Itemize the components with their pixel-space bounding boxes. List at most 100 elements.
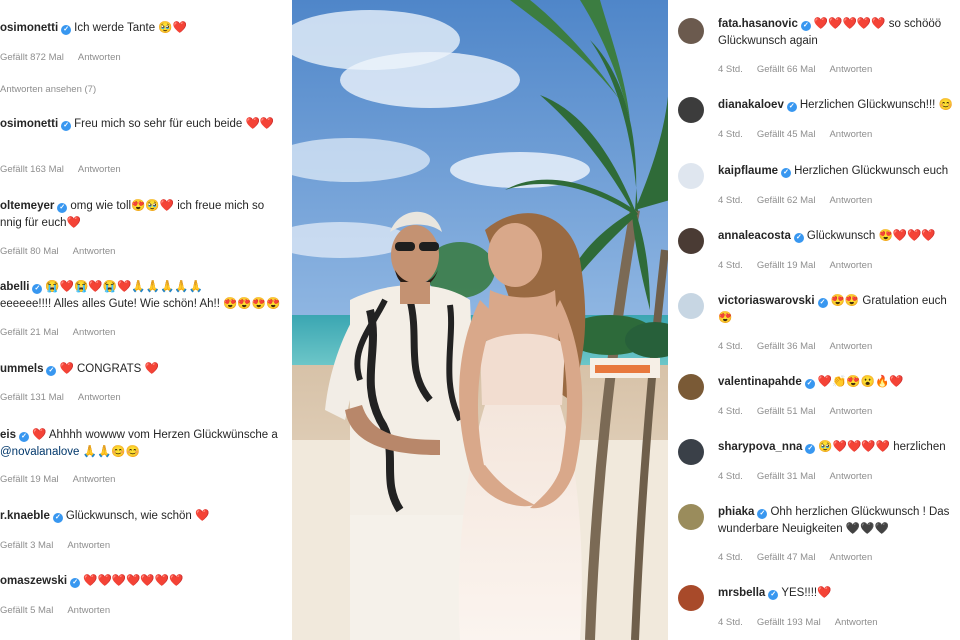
verified-badge-icon: ✓ xyxy=(61,25,72,35)
comment-username[interactable]: valentinapahde xyxy=(718,376,802,388)
likes-count[interactable]: Gefällt 80 Mal xyxy=(0,246,59,257)
comment-username[interactable]: fata.hasanovic xyxy=(718,18,798,30)
reply-button[interactable]: Antworten xyxy=(67,605,110,616)
comment-meta: 4 Std. Gefällt 62 Mal Antworten xyxy=(718,195,886,206)
view-replies-button[interactable]: Antworten ansehen (7) xyxy=(0,84,96,95)
comment-text-line2: wunderbare Neuigkeiten 🖤🖤🖤 xyxy=(718,523,889,535)
comment-username[interactable]: oltemeyer xyxy=(0,200,54,212)
reply-button[interactable]: Antworten xyxy=(78,164,121,175)
comment-item: osimonetti ✓ Ich werde Tante 🥹❤️ xyxy=(0,20,290,37)
likes-count[interactable]: Gefällt 3 Mal xyxy=(0,540,53,551)
comment-emoji: ❤️❤️ xyxy=(245,118,275,130)
comment-username[interactable]: dianakaloev xyxy=(718,99,784,111)
comment-username[interactable]: phiaka xyxy=(718,506,754,518)
avatar[interactable] xyxy=(678,18,704,44)
comment-text: Herzlichen Glückwunsch!!! 😊 xyxy=(799,99,953,111)
comment-username[interactable]: omaszewski xyxy=(0,575,67,587)
comment-item: r.knaeble ✓ Glückwunsch, wie schön ❤️ xyxy=(0,508,290,525)
comment-text: herzlichen xyxy=(893,441,946,453)
verified-badge-icon: ✓ xyxy=(61,121,72,131)
reply-button[interactable]: Antworten xyxy=(67,540,110,551)
comment-time: 4 Std. xyxy=(718,617,743,628)
comment-time: 4 Std. xyxy=(718,552,743,563)
avatar[interactable] xyxy=(678,163,704,189)
comment-emoji: 🥹❤️❤️❤️❤️ xyxy=(818,441,890,453)
comment-username[interactable]: kaipflaume xyxy=(718,165,778,177)
avatar[interactable] xyxy=(678,374,704,400)
comment-emoji: ❤️ xyxy=(144,363,159,375)
reply-button[interactable]: Antworten xyxy=(829,406,872,417)
comment-username[interactable]: mrsbella xyxy=(718,587,765,599)
likes-count[interactable]: Gefällt 5 Mal xyxy=(0,605,53,616)
likes-count[interactable]: Gefällt 131 Mal xyxy=(0,392,64,403)
comment-meta: Gefällt 163 Mal Antworten xyxy=(0,164,135,175)
verified-badge-icon: ✓ xyxy=(57,203,68,213)
right-comments-panel: fata.hasanovic ✓ ❤️❤️❤️❤️❤️ so schööö Glüc… xyxy=(670,0,960,640)
comment-item: mrsbella ✓ YES!!!!❤️ xyxy=(718,585,831,602)
comment-text: Glückwunsch 😍❤️❤️❤️ xyxy=(806,230,936,242)
reply-button[interactable]: Antworten xyxy=(829,552,872,563)
comment-time: 4 Std. xyxy=(718,341,743,352)
comment-text: Herzlichen Glückwunsch euch xyxy=(794,165,949,177)
reply-button[interactable]: Antworten xyxy=(829,129,872,140)
comment-meta: 4 Std. Gefällt 36 Mal Antworten xyxy=(718,341,886,352)
avatar[interactable] xyxy=(678,504,704,530)
likes-count[interactable]: Gefällt 36 Mal xyxy=(757,341,816,352)
verified-badge-icon: ✓ xyxy=(32,284,43,294)
likes-count[interactable]: Gefällt 31 Mal xyxy=(757,471,816,482)
reply-button[interactable]: Antworten xyxy=(73,246,116,257)
comment-text-cont: ich freue mich so xyxy=(177,200,265,212)
avatar[interactable] xyxy=(678,293,704,319)
likes-count[interactable]: Gefällt 21 Mal xyxy=(0,327,59,338)
reply-button[interactable]: Antworten xyxy=(829,341,872,352)
reply-button[interactable]: Antworten xyxy=(829,471,872,482)
reply-button[interactable]: Antworten xyxy=(829,64,872,75)
verified-badge-icon: ✓ xyxy=(804,379,815,389)
likes-count[interactable]: Gefällt 872 Mal xyxy=(0,52,64,63)
likes-count[interactable]: Gefällt 62 Mal xyxy=(757,195,816,206)
verified-badge-icon: ✓ xyxy=(19,432,29,442)
likes-count[interactable]: Gefällt 51 Mal xyxy=(757,406,816,417)
reply-button[interactable]: Antworten xyxy=(73,327,116,338)
comment-username[interactable]: osimonetti xyxy=(0,22,58,34)
likes-count[interactable]: Gefällt 45 Mal xyxy=(757,129,816,140)
comment-username[interactable]: ummels xyxy=(0,363,43,375)
comment-text: Ich werde Tante xyxy=(74,22,156,34)
comment-item: osimonetti ✓ Freu mich so sehr für euch be… xyxy=(0,116,290,133)
likes-count[interactable]: Gefällt 47 Mal xyxy=(757,552,816,563)
reply-button[interactable]: Antworten xyxy=(835,617,878,628)
reply-button[interactable]: Antworten xyxy=(78,392,121,403)
comment-item: annaleacosta ✓ Glückwunsch 😍❤️❤️❤️ xyxy=(718,228,936,245)
verified-badge-icon: ✓ xyxy=(805,444,816,454)
avatar[interactable] xyxy=(678,97,704,123)
comment-username[interactable]: sharypova_nna xyxy=(718,441,802,453)
avatar[interactable] xyxy=(678,585,704,611)
likes-count[interactable]: Gefällt 163 Mal xyxy=(0,164,64,175)
comment-text-line2: eeeeee!!!! Alles alles Gute! Wie schön! … xyxy=(0,298,281,310)
comment-meta: 4 Std. Gefällt 51 Mal Antworten xyxy=(718,406,886,417)
comment-emoji: ❤️ xyxy=(195,510,210,522)
reply-button[interactable]: Antworten xyxy=(73,474,116,485)
comment-username[interactable]: abelli xyxy=(0,281,29,293)
likes-count[interactable]: Gefällt 66 Mal xyxy=(757,64,816,75)
comment-username[interactable]: osimonetti xyxy=(0,118,58,130)
comment-meta: 4 Std. Gefällt 47 Mal Antworten xyxy=(718,552,886,563)
comment-username[interactable]: r.knaeble xyxy=(0,510,50,522)
comment-username[interactable]: annaleacosta xyxy=(718,230,791,242)
likes-count[interactable]: Gefällt 19 Mal xyxy=(0,474,59,485)
comment-item: oltemeyer ✓ omg wie toll😍🥹❤️ ich freue mic… xyxy=(0,198,290,232)
comment-username[interactable]: victoriaswarovski xyxy=(718,295,815,307)
comment-time: 4 Std. xyxy=(718,260,743,271)
likes-count[interactable]: Gefällt 193 Mal xyxy=(757,617,821,628)
comment-mention[interactable]: @novalanalove 🙏🙏😊😊 xyxy=(0,444,290,461)
verified-badge-icon: ✓ xyxy=(793,233,804,243)
reply-button[interactable]: Antworten xyxy=(78,52,121,63)
reply-button[interactable]: Antworten xyxy=(829,195,872,206)
avatar[interactable] xyxy=(678,228,704,254)
likes-count[interactable]: Gefällt 19 Mal xyxy=(757,260,816,271)
comment-username[interactable]: eis xyxy=(0,429,16,441)
avatar[interactable] xyxy=(678,439,704,465)
comment-emoji: ❤️👏😍😮🔥❤️ xyxy=(817,376,904,388)
reply-button[interactable]: Antworten xyxy=(829,260,872,271)
comment-item: ummels ✓ ❤️ CONGRATS ❤️ xyxy=(0,361,290,378)
